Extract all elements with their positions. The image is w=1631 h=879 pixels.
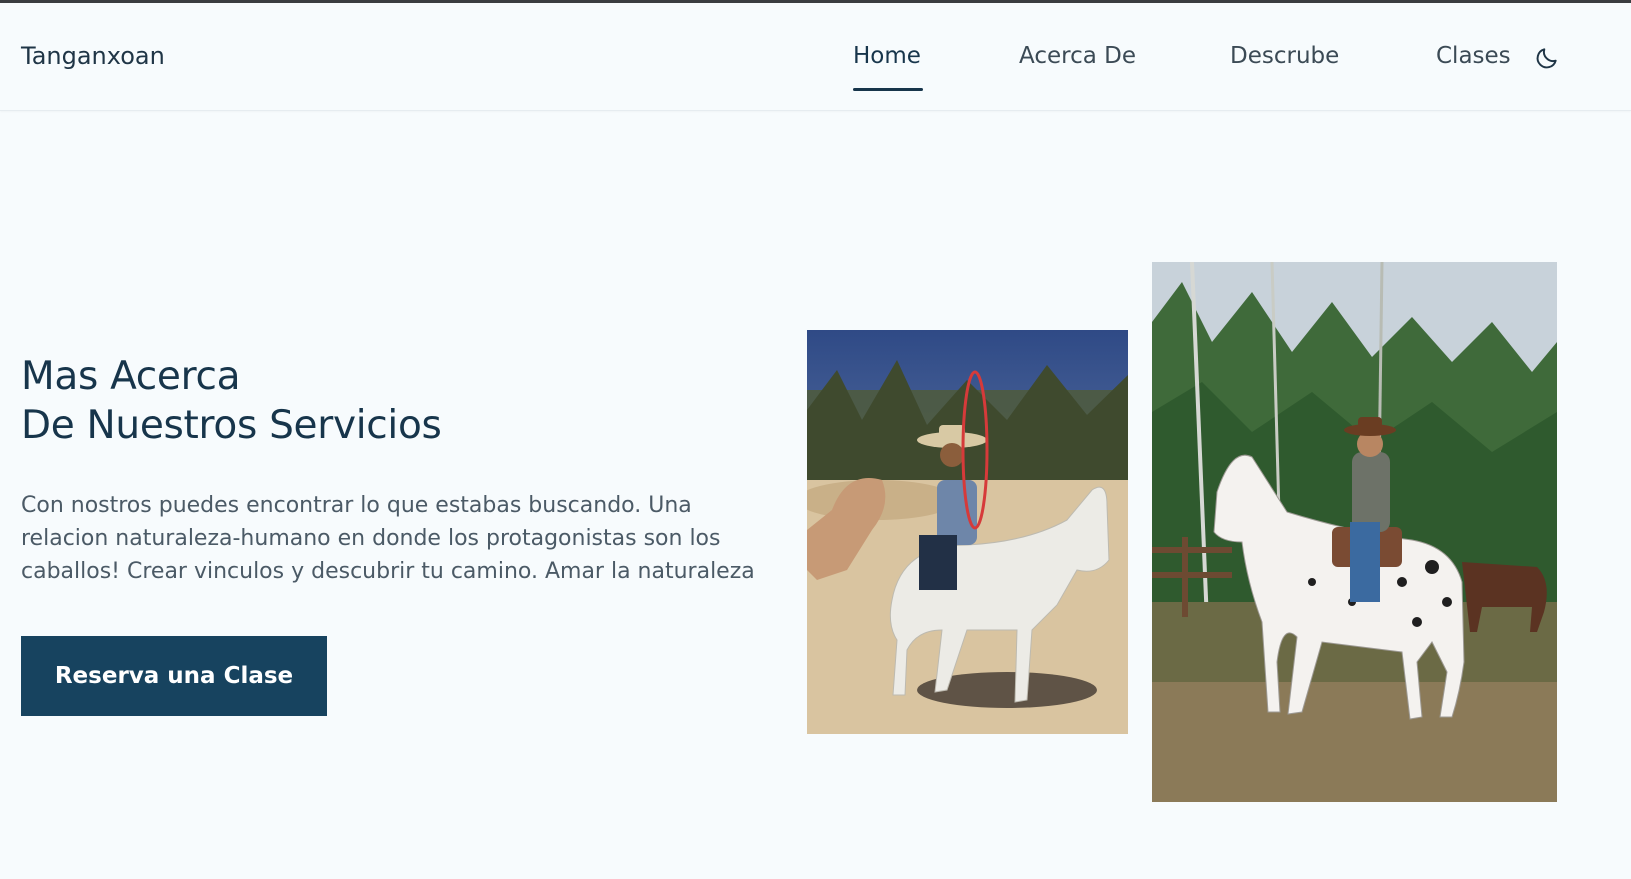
book-class-button[interactable]: Reserva una Clase [21, 636, 327, 716]
hero-title-line-1: Mas Acerca [21, 354, 241, 399]
hero-description: Con nostros puedes encontrar lo que esta… [21, 493, 755, 584]
nav-active-indicator [853, 88, 923, 91]
site-header: Tanganxoan Home Acerca De Descrube Clase… [0, 3, 1631, 111]
nav-descrube[interactable]: Descrube [1230, 43, 1339, 69]
moon-icon[interactable] [1534, 45, 1560, 71]
appaloosa-horse-photo [1152, 262, 1557, 802]
nav-acerca-de[interactable]: Acerca De [1019, 43, 1136, 69]
charro-horse-photo [807, 330, 1128, 734]
nav-home[interactable]: Home [853, 43, 921, 69]
brand-logo-text[interactable]: Tanganxoan [21, 42, 165, 70]
hero-title: Mas Acerca De Nuestros Servicios [21, 352, 442, 450]
hero-title-line-2: De Nuestros Servicios [21, 403, 442, 448]
nav-clases[interactable]: Clases [1436, 43, 1511, 69]
